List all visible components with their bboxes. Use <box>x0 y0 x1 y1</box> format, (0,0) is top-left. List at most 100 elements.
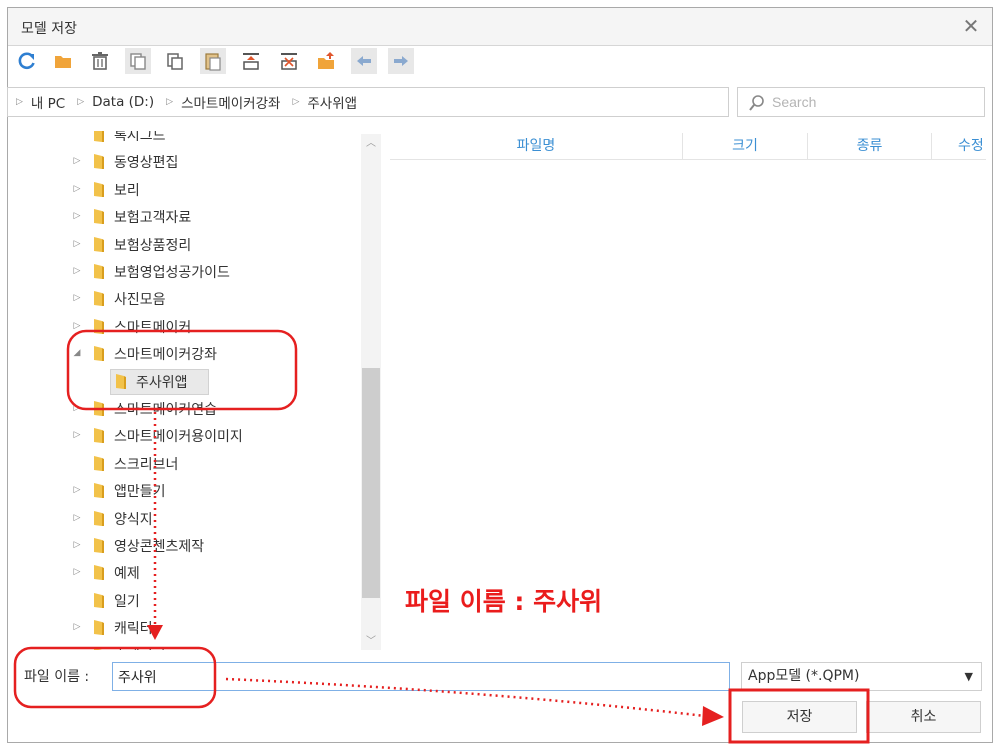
tree-item[interactable]: ▷ 동영상편집 <box>9 148 359 174</box>
breadcrumb[interactable]: ▷ 내 PC ▷ Data (D:) ▷ 스마트메이커강좌 ▷ 주사위앱 <box>7 87 729 117</box>
collapse-icon[interactable]: ◢ <box>72 348 82 358</box>
forward-arrow-icon[interactable] <box>388 48 414 74</box>
column-header-size[interactable]: 크기 <box>683 133 808 160</box>
expand-icon[interactable]: ▷ <box>72 156 82 166</box>
folder-icon <box>94 346 104 362</box>
search-input[interactable] <box>772 92 972 112</box>
expand-icon[interactable]: ▷ <box>72 266 82 276</box>
tree-item[interactable]: ▷ 캐릭터 <box>9 614 359 640</box>
breadcrumb-item-drive[interactable]: Data (D:) <box>92 94 154 110</box>
tree-item[interactable]: ▷ 스마트메이커 <box>9 313 359 339</box>
column-header-modified[interactable]: 수정 <box>932 133 986 160</box>
filetype-select[interactable]: App모델 (*.QPM) ▼ <box>741 662 982 691</box>
back-arrow-icon[interactable] <box>351 48 377 74</box>
chevron-right-icon: ▷ <box>16 97 23 107</box>
tree-item-label: 보험고객자료 <box>114 210 192 227</box>
expand-icon[interactable]: ▷ <box>72 403 82 413</box>
folder-icon <box>94 510 104 526</box>
expand-icon[interactable]: ▷ <box>72 211 82 221</box>
dialog-title: 모델 저장 <box>21 21 77 37</box>
breadcrumb-item-current[interactable]: 주사위앱 <box>307 92 357 112</box>
tree-item[interactable]: 일기 <box>9 587 359 613</box>
folder-icon <box>116 373 126 389</box>
tree-item-label: 일기 <box>114 593 140 610</box>
folder-icon <box>94 592 104 608</box>
tree-item[interactable]: ▷ 스마트메이커연습 <box>9 395 359 421</box>
tree-item[interactable]: ◢ 스마트메이커강좌 <box>9 340 359 366</box>
copy-icon[interactable] <box>125 48 151 74</box>
tree-item[interactable]: ▷ 스마트메이커용이미지 <box>9 422 359 448</box>
expand-icon[interactable]: ▷ <box>72 184 82 194</box>
cancel-button[interactable]: 취소 <box>866 701 981 733</box>
tree-item-label: 스마트메이커연습 <box>114 402 218 418</box>
tree-item-label: 주사위앱 <box>136 374 188 391</box>
column-header-type[interactable]: 종류 <box>808 133 932 160</box>
folder-icon <box>94 318 104 334</box>
breadcrumb-item-folder[interactable]: 스마트메이커강좌 <box>181 92 280 112</box>
expand-icon[interactable]: ▷ <box>72 513 82 523</box>
tree-item-label: 홈페이지 <box>114 646 166 650</box>
tree-item[interactable]: ▷ 영상콘첸츠제작 <box>9 532 359 558</box>
tree-item[interactable]: ▷ 보리 <box>9 176 359 202</box>
folder-icon <box>94 154 104 170</box>
chevron-right-icon: ▷ <box>166 97 174 107</box>
tree-scrollbar[interactable]: ︿ ﹀ <box>361 134 381 650</box>
tree-item[interactable]: ▷ 보험상품정리 <box>9 231 359 257</box>
expand-icon[interactable]: ▷ <box>72 293 82 303</box>
scroll-down-icon[interactable]: ﹀ <box>361 634 381 650</box>
tree-item-label: 양식지 <box>114 511 153 528</box>
save-button[interactable]: 저장 <box>742 701 857 733</box>
tree-item[interactable]: ▷ 사진모음 <box>9 285 359 311</box>
annotation-text: 파일 이름 : 주사위 <box>405 587 603 616</box>
breadcrumb-item-pc[interactable]: 내 PC <box>31 92 65 112</box>
tree-item-label: 스마트메이커 <box>114 319 192 336</box>
paste-icon[interactable] <box>200 48 226 74</box>
tree-item-label: 앱만들기 <box>114 484 166 501</box>
tree-item[interactable]: 주사위앱 <box>9 368 359 395</box>
tree-item[interactable]: ▷ 보험고객자료 <box>9 203 359 229</box>
file-list[interactable]: 파일명 크기 종류 수정 <box>390 133 986 651</box>
expand-icon[interactable]: ▷ <box>72 567 82 577</box>
tree-item[interactable]: 록시그드 <box>9 131 359 147</box>
tree-item[interactable]: ▷ 보험영업성공가이드 <box>9 258 359 284</box>
tree-item-label: 예제 <box>114 566 140 583</box>
export-icon[interactable] <box>313 48 339 74</box>
tree-item[interactable]: ▷ 예제 <box>9 559 359 585</box>
expand-icon[interactable]: ▷ <box>72 540 82 550</box>
expand-icon[interactable]: ▷ <box>72 239 82 249</box>
folder-icon <box>94 401 104 416</box>
folder-tree[interactable]: 록시그드 ▷ 동영상편집 ▷ 보리 ▷ 보험고객자료 ▷ 보험상품정리 ▷ 보험영업성공가이드 ▷ 사진… <box>9 131 381 650</box>
column-header-name[interactable]: 파일명 <box>390 133 683 160</box>
filetype-value: App모델 (*.QPM) <box>748 668 860 684</box>
filename-input[interactable] <box>112 662 730 691</box>
scroll-thumb[interactable] <box>362 368 380 598</box>
scroll-up-icon[interactable]: ︿ <box>361 136 381 152</box>
file-list-header: 파일명 크기 종류 수정 <box>390 133 986 160</box>
tree-item[interactable]: ▷홈페이지 <box>9 642 359 650</box>
duplicate-icon[interactable] <box>162 48 188 74</box>
tree-item[interactable]: 스크리브너 <box>9 450 359 476</box>
tree-item-label: 스마트메이커강좌 <box>114 347 218 364</box>
folder-icon <box>94 647 103 650</box>
delete-icon[interactable] <box>87 48 113 74</box>
move-bottom-icon[interactable] <box>276 48 302 74</box>
tree-item[interactable]: ▷ 양식지 <box>9 505 359 531</box>
expand-icon[interactable]: ▷ <box>72 321 82 331</box>
search-box[interactable] <box>737 87 985 117</box>
expand-icon[interactable]: ▷ <box>72 485 82 495</box>
new-folder-icon[interactable] <box>50 48 76 74</box>
expand-icon[interactable]: ▷ <box>72 430 82 440</box>
tree-item-label: 스크리브너 <box>114 456 179 473</box>
folder-icon <box>94 455 104 471</box>
folder-icon <box>94 483 104 499</box>
tree-item[interactable]: ▷ 앱만들기 <box>9 477 359 503</box>
expand-icon[interactable]: ▷ <box>72 622 82 632</box>
close-icon[interactable]: ✕ <box>959 13 983 39</box>
refresh-icon[interactable] <box>14 48 40 74</box>
folder-icon <box>94 538 104 553</box>
tree-item-label: 캐릭터 <box>114 621 153 638</box>
filename-label: 파일 이름 : <box>24 669 90 685</box>
tree-item-label: 동영상편집 <box>114 155 179 172</box>
move-top-icon[interactable] <box>238 48 264 74</box>
chevron-right-icon: ▷ <box>292 97 300 107</box>
